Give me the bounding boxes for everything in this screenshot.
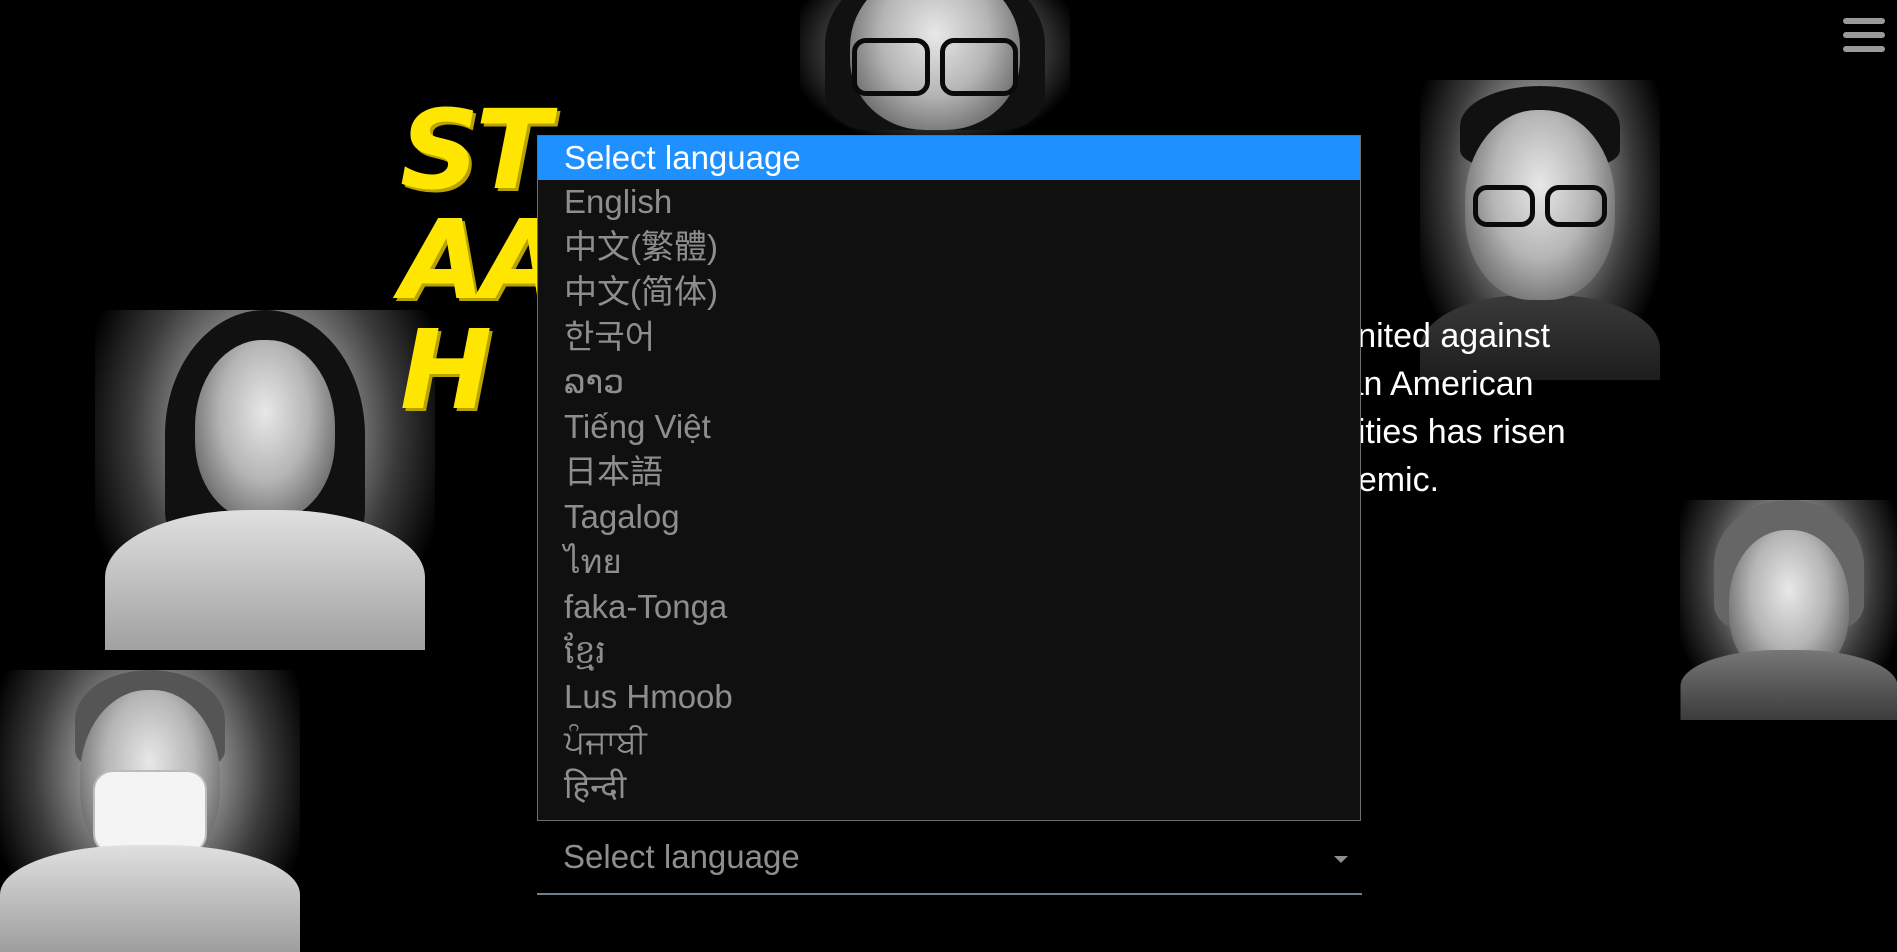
- language-option[interactable]: ਪੰਜਾਬੀ: [538, 720, 1360, 765]
- portrait-man-mask: [0, 670, 300, 952]
- language-option[interactable]: 日本語: [538, 450, 1360, 495]
- caret-down-icon: [1334, 856, 1348, 863]
- portrait-woman-left: [95, 310, 435, 650]
- landing-page: ST AA H | united against sian American u…: [0, 0, 1897, 952]
- language-option[interactable]: ខ្មែរ: [538, 630, 1360, 675]
- language-option[interactable]: Tiếng Việt: [538, 405, 1360, 450]
- hamburger-menu-icon[interactable]: [1843, 18, 1885, 52]
- menu-bar: [1843, 18, 1885, 24]
- language-option[interactable]: Select language: [538, 136, 1360, 180]
- portrait-elderly-woman: [1680, 500, 1897, 720]
- menu-bar: [1843, 32, 1885, 38]
- language-option[interactable]: 中文(繁體): [538, 225, 1360, 270]
- portrait-woman-top: [800, 0, 1070, 140]
- language-option[interactable]: 中文(简体): [538, 270, 1360, 315]
- intro-line-1: united against: [1328, 317, 1551, 355]
- language-option[interactable]: Tagalog: [538, 495, 1360, 540]
- language-option[interactable]: faka-Tonga: [538, 585, 1360, 630]
- language-option[interactable]: हिन्दी: [538, 765, 1360, 810]
- language-option[interactable]: ไทย: [538, 540, 1360, 585]
- language-select-value: Select language: [563, 838, 800, 875]
- menu-bar: [1843, 46, 1885, 52]
- language-option[interactable]: Lus Hmoob: [538, 675, 1360, 720]
- language-option[interactable]: ລາວ: [538, 360, 1360, 405]
- language-option[interactable]: English: [538, 180, 1360, 225]
- language-select[interactable]: Select language: [537, 826, 1362, 895]
- language-option[interactable]: 한국어: [538, 315, 1360, 360]
- language-dropdown-list: Select language English 中文(繁體) 中文(简体) 한국…: [537, 135, 1361, 821]
